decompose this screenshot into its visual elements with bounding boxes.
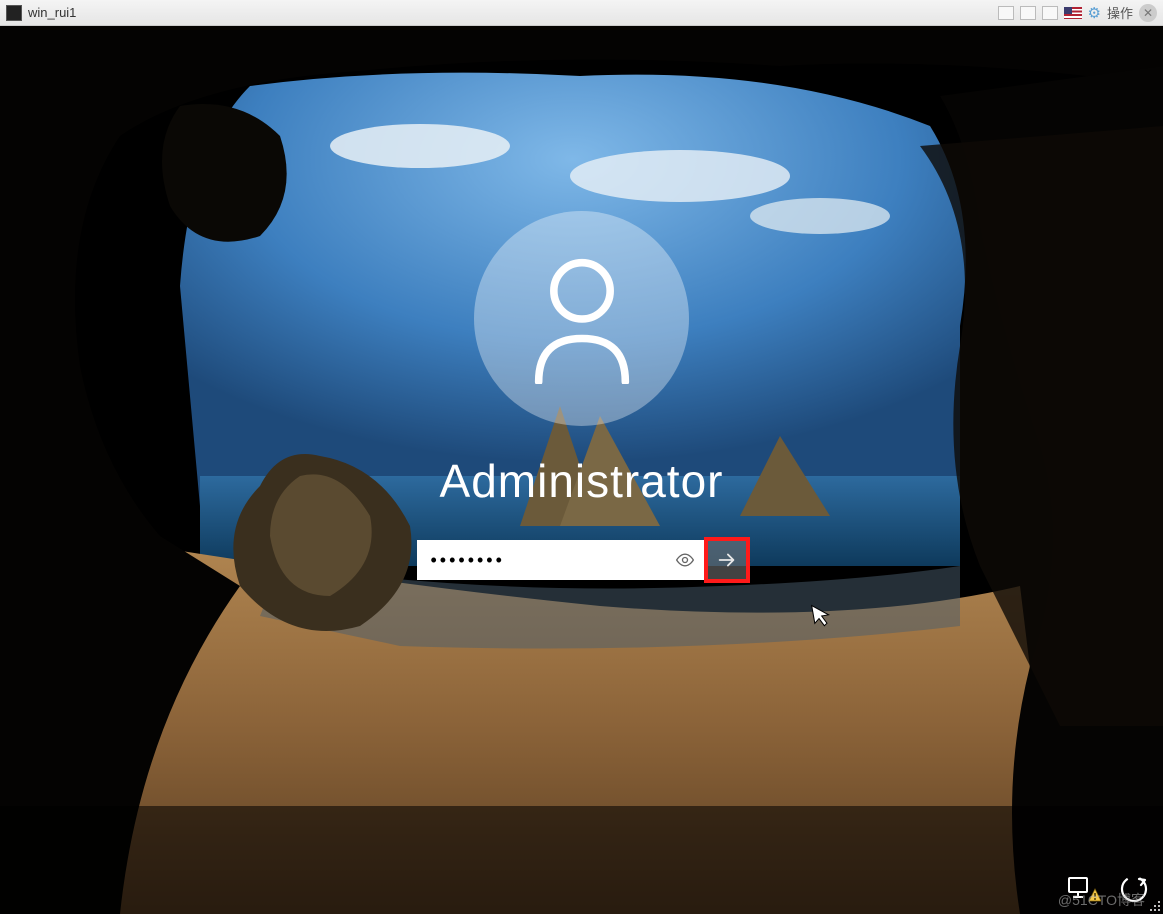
submit-login-button[interactable] [707,540,747,580]
user-avatar [474,211,689,426]
display-toggle-3-icon[interactable] [1042,6,1058,20]
titlebar-right-controls: ⚙ 操作 ✕ [998,3,1157,22]
us-flag-icon[interactable] [1064,7,1082,19]
reveal-password-icon[interactable] [671,546,699,574]
system-tray [1067,874,1149,904]
console-icon [6,5,22,21]
vm-title: win_rui1 [28,5,998,20]
vm-guest-screen: Administrator [0,26,1163,914]
username-label: Administrator [440,454,724,508]
close-icon[interactable]: ✕ [1139,4,1157,22]
ease-of-access-icon[interactable] [1119,874,1149,904]
display-toggle-2-icon[interactable] [1020,6,1036,20]
login-overlay: Administrator [0,26,1163,914]
password-row [417,540,747,580]
user-icon [527,254,637,384]
gear-icon[interactable]: ⚙ [1088,4,1101,22]
password-input[interactable] [431,550,671,571]
action-menu[interactable]: 操作 [1107,3,1133,22]
display-toggle-1-icon[interactable] [998,6,1014,20]
vm-console-titlebar: win_rui1 ⚙ 操作 ✕ [0,0,1163,26]
password-box [417,540,707,580]
arrow-right-icon [716,549,738,571]
network-warning-icon[interactable] [1067,875,1101,903]
